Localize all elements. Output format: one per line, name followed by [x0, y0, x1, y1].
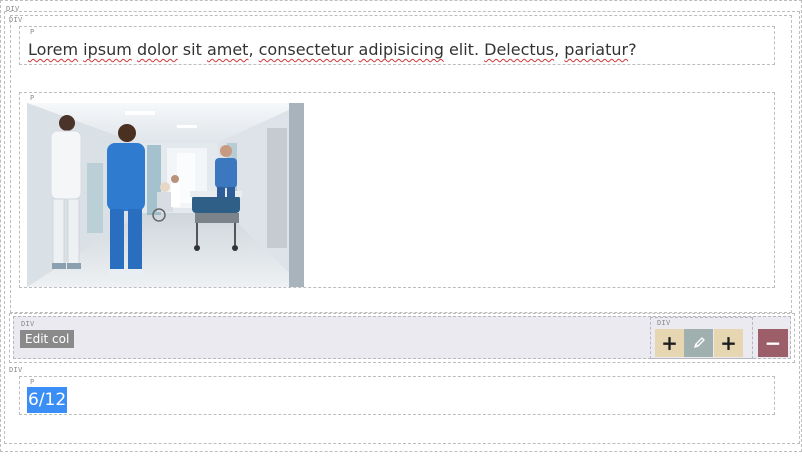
column-width-text[interactable]: 6/12	[27, 387, 68, 413]
add-column-before-button[interactable]: +	[655, 329, 684, 357]
p-tag-width: P	[29, 378, 36, 386]
misspelled-word: Lorem	[28, 40, 79, 59]
misspelled-word: dolor	[136, 40, 178, 59]
remove-column-button[interactable]: −	[758, 329, 788, 357]
lorem-paragraph[interactable]: Lorem ipsum dolor sit amet, consectetur …	[28, 40, 637, 59]
edit-column-button[interactable]	[684, 329, 713, 357]
add-column-after-button[interactable]: +	[714, 329, 743, 357]
plus-icon: +	[661, 331, 678, 355]
div-tag-width: DIV	[8, 366, 24, 374]
hospital-photo[interactable]	[27, 103, 304, 287]
paragraph-text: ?	[628, 40, 637, 59]
p-tag-image: P	[29, 94, 36, 102]
misspelled-word: consectetur	[258, 40, 354, 59]
misspelled-word: Delectus	[484, 40, 555, 59]
misspelled-word: amet	[206, 40, 249, 59]
paragraph-text: sit	[177, 40, 207, 59]
column-width-block[interactable]	[19, 376, 775, 415]
misspelled-word: ipsum	[83, 40, 132, 59]
p-tag: P	[29, 28, 36, 36]
div-tag-editbar: DIV	[20, 320, 36, 328]
paragraph-text: elit.	[443, 40, 485, 59]
edit-col-label[interactable]: Edit col	[20, 330, 75, 348]
misspelled-word: pariatur	[564, 40, 629, 59]
pencil-icon	[692, 331, 706, 355]
plus-icon: +	[720, 331, 737, 355]
paragraph-text: ,	[248, 40, 259, 59]
misspelled-word: adipisicing	[358, 40, 444, 59]
paragraph-text: ,	[554, 40, 565, 59]
div-tag-buttons: DIV	[656, 319, 672, 327]
minus-icon: −	[764, 331, 782, 355]
